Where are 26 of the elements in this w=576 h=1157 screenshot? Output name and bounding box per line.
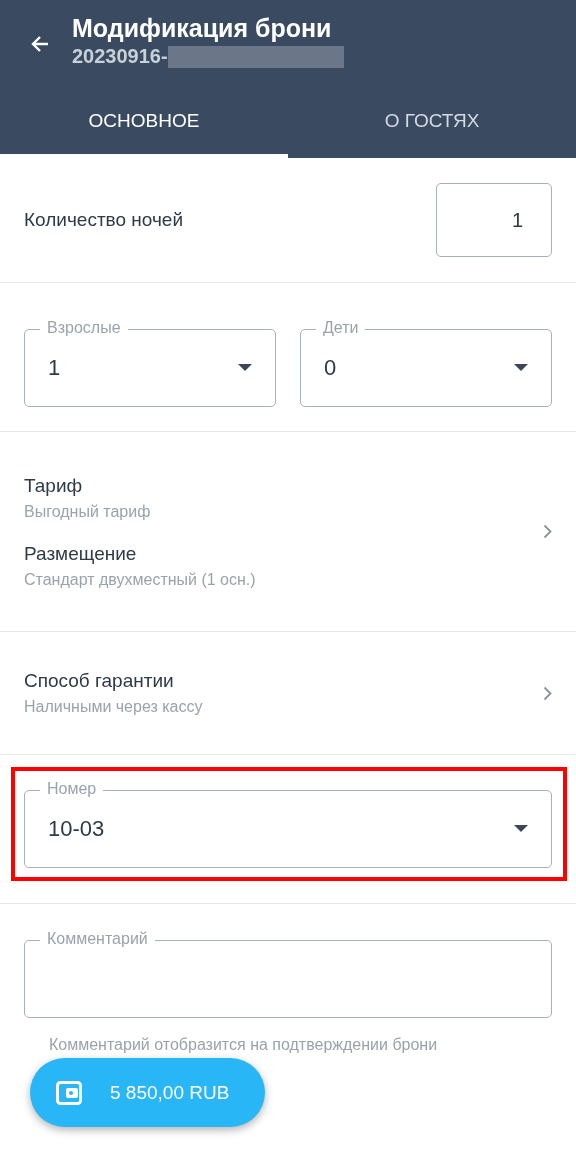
dropdown-field[interactable]: Взрослые 1 bbox=[24, 317, 276, 407]
dropdown-field[interactable]: Номер 10-03 bbox=[24, 778, 552, 868]
item-label: Способ гарантии bbox=[24, 670, 175, 692]
wallet-icon bbox=[56, 1080, 82, 1105]
item-value: Выгодный тариф bbox=[24, 502, 152, 521]
list-item[interactable]: Тариф Выгодный тариф Размещение Стандарт двухместный (1 осн.) bbox=[0, 432, 576, 632]
booking-number: 20230916- bbox=[72, 45, 168, 68]
list-item[interactable]: Способ гарантии Наличными через кассу bbox=[0, 632, 576, 755]
item-value: Стандарт двухместный (1 осн.) bbox=[24, 570, 256, 589]
chevron-right-icon bbox=[543, 685, 552, 701]
dropdown-caret-icon bbox=[514, 364, 528, 371]
chevron-right-icon bbox=[543, 524, 552, 539]
back-arrow-icon bbox=[30, 34, 50, 54]
item-label: Размещение bbox=[24, 542, 138, 565]
helper-text: Комментарий отобразится на подтверждении брони bbox=[48, 1036, 439, 1054]
nights-label: Количество ночей bbox=[24, 209, 184, 231]
tab[interactable]: ОСНОВНОЕ bbox=[0, 88, 288, 158]
dropdown-caret-icon bbox=[514, 825, 528, 832]
screen-title: Модификация брони bbox=[72, 14, 333, 43]
item-value: Наличными через кассу bbox=[24, 698, 203, 716]
back-button[interactable] bbox=[30, 34, 50, 54]
item-label: Тариф bbox=[24, 474, 84, 497]
tab[interactable]: О ГОСТЯХ bbox=[288, 88, 576, 158]
nights-input[interactable]: 1 bbox=[436, 183, 552, 257]
dropdown-field[interactable]: Дети 0 bbox=[300, 317, 552, 407]
dropdown-caret-icon bbox=[238, 364, 252, 371]
